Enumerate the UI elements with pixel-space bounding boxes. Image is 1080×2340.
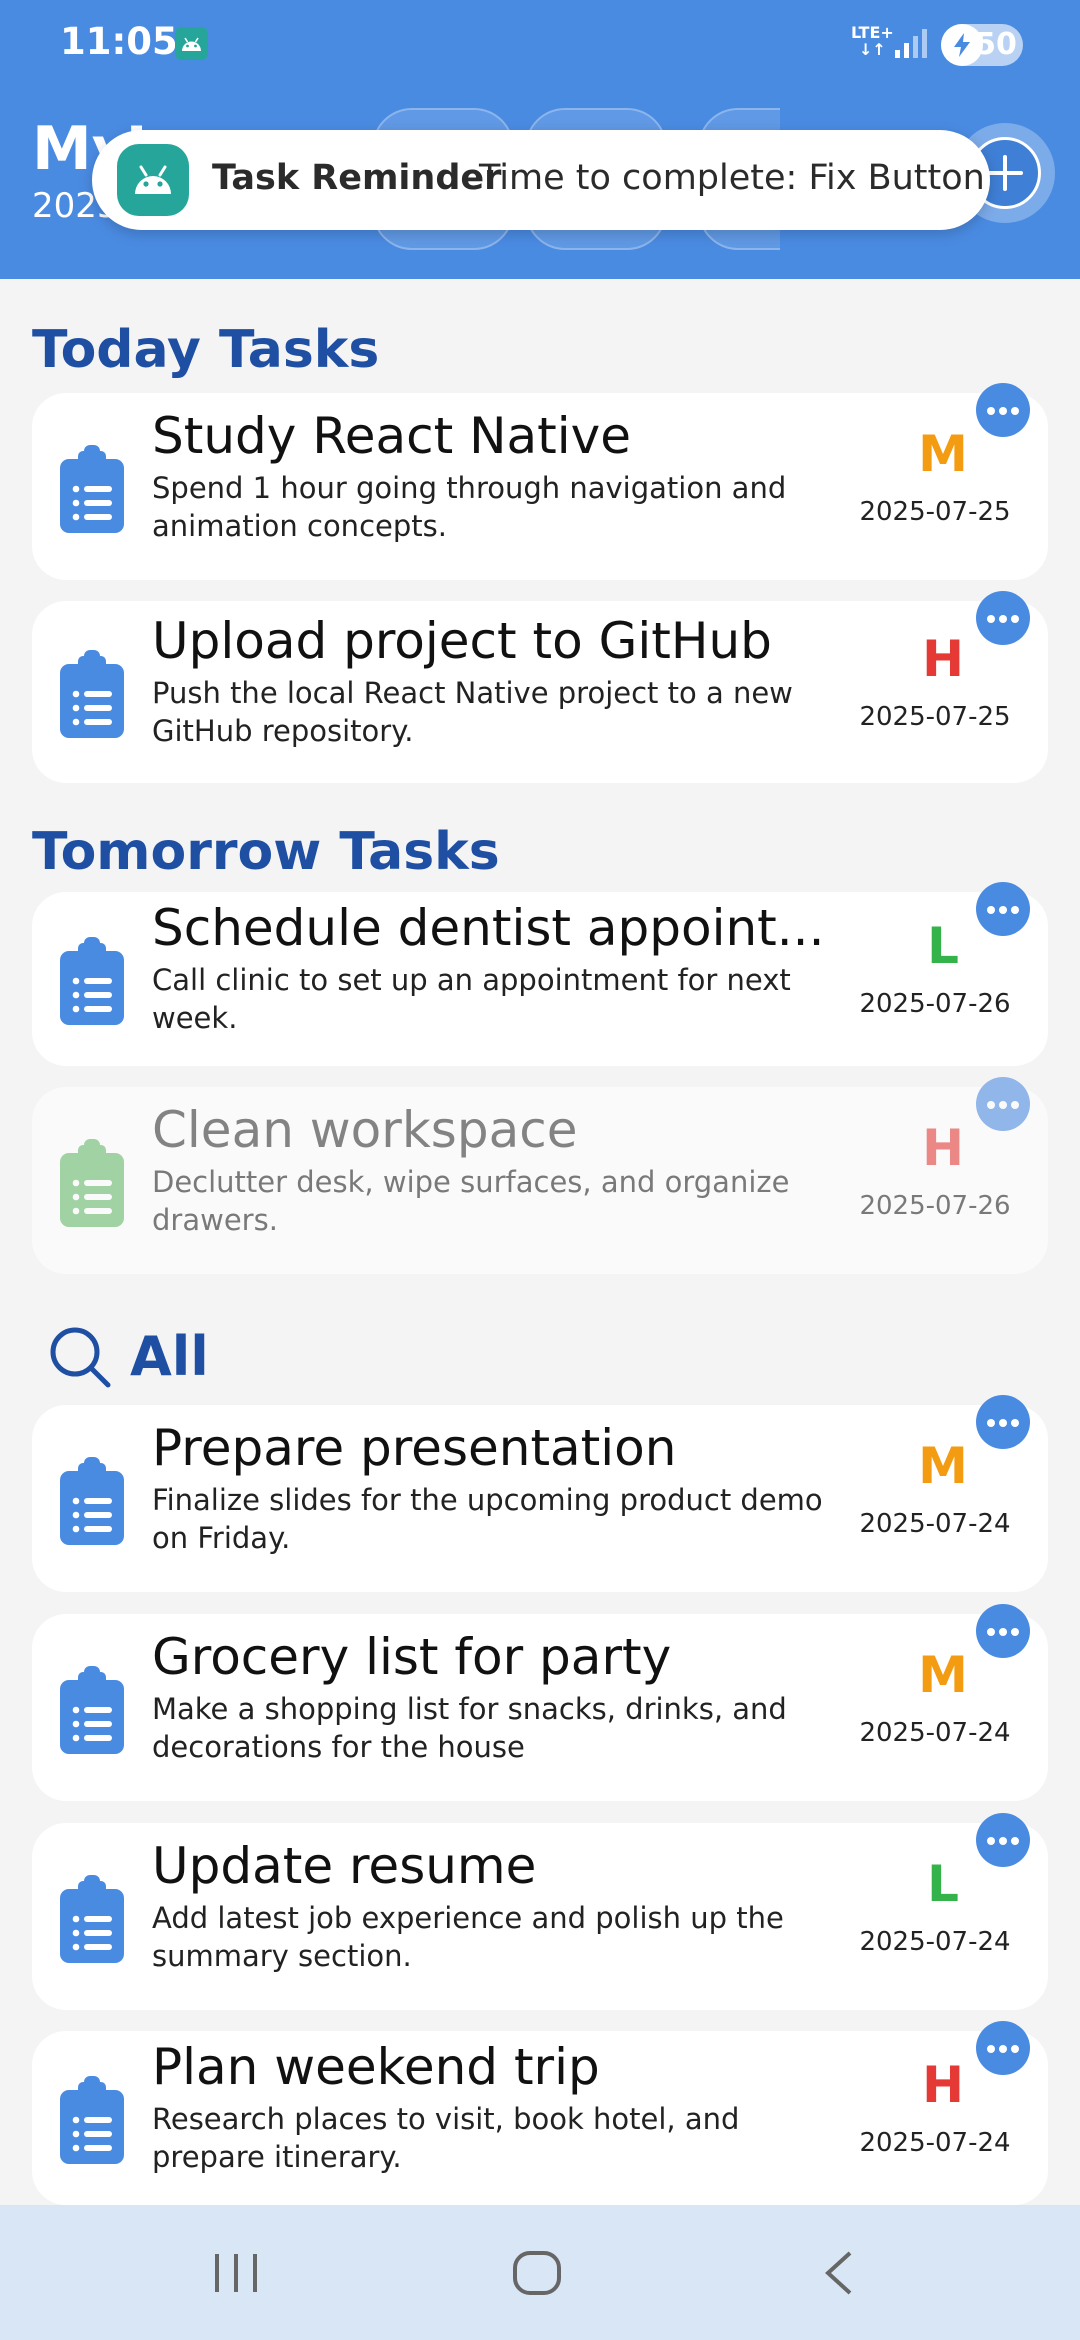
task-title: Plan weekend trip (152, 2038, 600, 2096)
more-horizontal-icon[interactable] (976, 1077, 1030, 1131)
all-section-title[interactable]: All (130, 1325, 209, 1388)
clipboard-list-icon (58, 2076, 126, 2170)
task-date: 2025-07-24 (859, 1927, 1011, 1957)
more-horizontal-icon[interactable] (976, 882, 1030, 936)
task-card[interactable]: Prepare presentation Finalize slides for… (32, 1395, 1048, 1592)
task-title: Prepare presentation (152, 1419, 677, 1477)
task-card[interactable]: Study React Native Spend 1 hour going th… (32, 383, 1048, 580)
more-horizontal-icon[interactable] (976, 1813, 1030, 1867)
more-horizontal-icon[interactable] (976, 1604, 1030, 1658)
clipboard-list-icon (58, 650, 126, 744)
task-title: Grocery list for party (152, 1628, 672, 1686)
task-title: Upload project to GitHub (152, 612, 772, 670)
network-type: LTE+ ↓↑ (851, 23, 894, 59)
task-priority: H (922, 2056, 964, 2114)
signal-icon (895, 28, 929, 64)
notification-toast[interactable]: Task Reminder Time to complete: Fix Butt… (92, 130, 990, 230)
task-priority: M (918, 425, 968, 483)
network-arrows-icon: ↓↑ (858, 40, 886, 59)
task-priority: M (918, 1646, 968, 1704)
clipboard-list-icon (58, 1457, 126, 1551)
search-icon[interactable] (48, 1325, 112, 1393)
task-description: Spend 1 hour going through navigation an… (152, 471, 787, 543)
task-card[interactable]: Update resume Add latest job experience … (32, 1813, 1048, 2010)
back-icon[interactable] (822, 2250, 856, 2300)
task-description: Declutter desk, wipe surfaces, and organ… (152, 1165, 790, 1237)
task-priority: H (922, 1119, 964, 1177)
status-bar: 11:05 LTE+ ↓↑ 50 (0, 0, 1080, 90)
tomorrow-section-title: Tomorrow Tasks (32, 822, 500, 882)
clipboard-list-icon (58, 937, 126, 1031)
task-description: Add latest job experience and polish up … (152, 1901, 784, 1973)
task-date: 2025-07-26 (859, 989, 1011, 1019)
task-date: 2025-07-24 (859, 2128, 1011, 2158)
task-date: 2025-07-24 (859, 1509, 1011, 1539)
task-description: Finalize slides for the upcoming product… (152, 1483, 823, 1555)
status-time: 11:05 (60, 20, 178, 63)
task-card[interactable]: Upload project to GitHub Push the local … (32, 591, 1048, 783)
battery-level: 50 (975, 27, 1017, 62)
task-title: Update resume (152, 1837, 537, 1895)
task-date: 2025-07-26 (859, 1191, 1011, 1221)
clipboard-list-icon (58, 1666, 126, 1760)
task-title: Schedule dentist appoint... (152, 899, 825, 957)
more-horizontal-icon[interactable] (976, 591, 1030, 645)
task-priority: H (922, 630, 964, 688)
notification-message: Time to complete: Fix Button (479, 158, 985, 198)
task-card[interactable]: Schedule dentist appoint... Call clinic … (32, 882, 1048, 1066)
task-date: 2025-07-24 (859, 1718, 1011, 1748)
task-description: Research places to visit, book hotel, an… (152, 2102, 740, 2174)
more-horizontal-icon[interactable] (976, 1395, 1030, 1449)
home-icon[interactable] (512, 2250, 562, 2300)
today-section-title: Today Tasks (32, 320, 380, 380)
task-priority: L (927, 1855, 959, 1913)
task-title: Clean workspace (152, 1101, 578, 1159)
task-date: 2025-07-25 (859, 702, 1011, 732)
task-card[interactable]: Plan weekend trip Research places to vis… (32, 2021, 1048, 2205)
task-priority: M (918, 1437, 968, 1495)
notification-title: Task Reminder (212, 158, 502, 198)
clipboard-list-icon (58, 1875, 126, 1969)
system-navigation-bar (0, 2205, 1080, 2340)
clipboard-list-icon (58, 445, 126, 539)
more-horizontal-icon[interactable] (976, 383, 1030, 437)
recent-apps-icon[interactable] (213, 2250, 259, 2300)
more-horizontal-icon[interactable] (976, 2021, 1030, 2075)
task-title: Study React Native (152, 407, 632, 465)
task-priority: L (927, 917, 959, 975)
task-card[interactable]: Clean workspace Declutter desk, wipe sur… (32, 1077, 1048, 1274)
task-description: Call clinic to set up an appointment for… (152, 963, 791, 1035)
battery-indicator: 50 (941, 24, 1023, 66)
task-description: Make a shopping list for snacks, drinks,… (152, 1692, 787, 1764)
task-description: Push the local React Native project to a… (152, 676, 793, 748)
android-app-icon (117, 144, 189, 216)
task-date: 2025-07-25 (859, 497, 1011, 527)
task-card[interactable]: Grocery list for party Make a shopping l… (32, 1604, 1048, 1801)
android-notification-icon (175, 27, 208, 60)
clipboard-list-icon (58, 1139, 126, 1233)
